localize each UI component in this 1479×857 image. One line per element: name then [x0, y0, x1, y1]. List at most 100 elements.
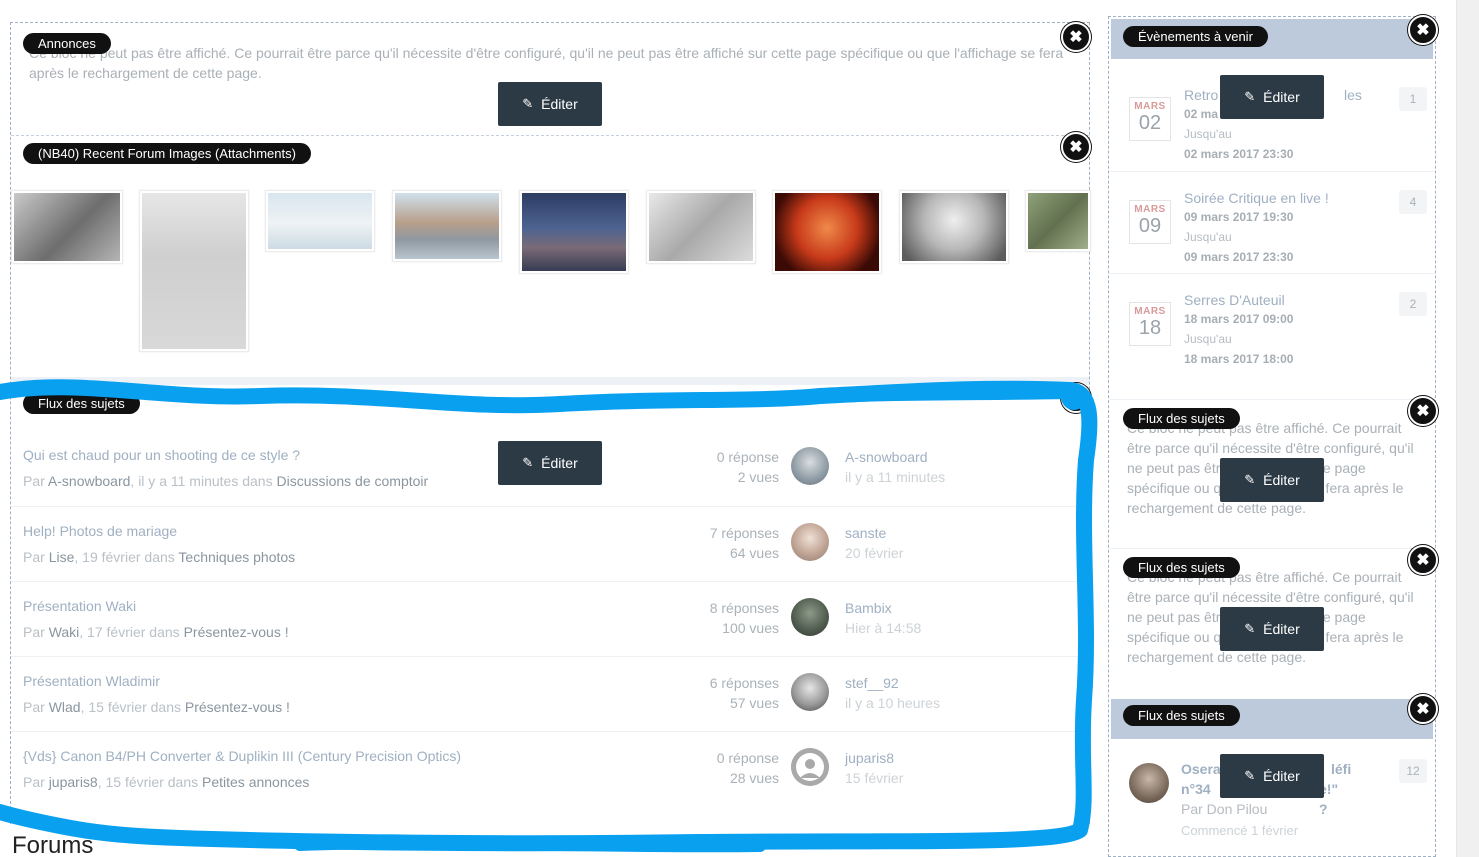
sidebar-flux-label: Flux des sujets [1123, 408, 1240, 429]
topic-forum[interactable]: Techniques photos [178, 549, 295, 565]
close-sidebar-flux-button[interactable]: ✖ [1408, 694, 1438, 724]
topics-block: Flux des sujets ✎ Éditer Qui est chaud p… [11, 377, 1089, 825]
topic-title[interactable]: Help! Photos de mariage [23, 523, 177, 539]
topics-edit-button[interactable]: ✎ Éditer [498, 441, 602, 485]
sidebar-topic-title[interactable]: Osera léfi n°34 e!" ? [1181, 759, 1351, 817]
event-until: Jusqu'au [1184, 332, 1232, 346]
avatar[interactable] [1129, 763, 1169, 803]
topic-stats: 0 réponse 2 vues [716, 449, 779, 485]
image-thumb[interactable] [899, 190, 1009, 264]
events-block: Évènements à venir ✎ Éditer MARS 02 Retro… [1109, 17, 1435, 382]
annonces-notice: Ce bloc ne peut pas être affiché. Ce pou… [29, 45, 1064, 81]
topic-title[interactable]: {Vds} Canon B4/PH Converter & Duplikin I… [23, 748, 461, 764]
annonces-block: Annonces Ce bloc ne peut pas être affich… [11, 23, 1089, 135]
last-poster: A-snowboard il y a 11 minutes [845, 449, 946, 485]
close-icon: ✖ [1416, 552, 1430, 569]
image-thumb[interactable] [1025, 190, 1091, 252]
close-annonces-button[interactable]: ✖ [1061, 22, 1091, 52]
pencil-icon: ✎ [522, 455, 534, 470]
recent-images-block: (NB40) Recent Forum Images (Attachments) [11, 135, 1091, 375]
event-title[interactable]: Retro les [1184, 87, 1362, 103]
event-item: MARS 18 Serres D'Auteuil 18 mars 2017 09:… [1109, 273, 1435, 375]
close-sidebar-flux-button[interactable]: ✖ [1408, 396, 1438, 426]
sidebar-topic-started: Commencé 1 février [1181, 823, 1299, 838]
topic-author[interactable]: A-snowboard [48, 473, 131, 489]
avatar[interactable] [791, 447, 829, 485]
sidebar-flux-block-3: Flux des sujets Osera léfi n°34 e!" ? Par … [1109, 697, 1435, 857]
events-edit-button[interactable]: ✎ Éditer [1220, 75, 1324, 119]
close-sidebar-flux-button[interactable]: ✖ [1408, 545, 1438, 575]
avatar[interactable] [791, 523, 829, 561]
topic-forum[interactable]: Présentez-vous ! [185, 699, 290, 715]
sidebar-column: Évènements à venir ✎ Éditer MARS 02 Retro… [1108, 16, 1436, 857]
pencil-icon: ✎ [1244, 621, 1256, 636]
sidebar-flux-block-1: Flux des sujets Ce bloc ne peut pas être… [1109, 399, 1435, 531]
avatar[interactable] [791, 598, 829, 636]
close-events-button[interactable]: ✖ [1408, 15, 1438, 45]
topic-forum[interactable]: Discussions de comptoir [276, 473, 428, 489]
sidebar-topic-count-badge: 12 [1399, 759, 1427, 783]
topic-author[interactable]: Waki [49, 624, 80, 640]
avatar[interactable] [791, 673, 829, 711]
event-end: 02 mars 2017 23:30 [1184, 147, 1294, 161]
last-poster: sanste 20 février [845, 525, 904, 561]
event-start: 18 mars 2017 09:00 [1184, 312, 1294, 326]
image-thumb[interactable] [265, 190, 375, 252]
image-thumb[interactable] [772, 190, 882, 274]
edit-label: Éditer [541, 96, 578, 112]
annonces-edit-button[interactable]: ✎ Éditer [498, 82, 602, 126]
sidebar-flux-edit-button[interactable]: ✎ Éditer [1220, 754, 1324, 798]
image-thumb[interactable] [519, 190, 629, 274]
edit-label: Éditer [1263, 621, 1300, 637]
main-column: Annonces Ce bloc ne peut pas être affich… [10, 22, 1091, 825]
annonces-label: Annonces [23, 33, 111, 54]
event-title[interactable]: Soirée Critique en live ! [1184, 190, 1329, 206]
event-until: Jusqu'au [1184, 127, 1232, 141]
close-topics-button[interactable]: ✖ [1061, 383, 1091, 413]
topic-row: Help! Photos de mariage Par Lise, 19 fév… [11, 506, 1089, 581]
image-thumb[interactable] [139, 190, 249, 352]
event-end: 09 mars 2017 23:30 [1184, 250, 1294, 264]
topic-author[interactable]: juparis8 [49, 774, 98, 790]
topics-label: Flux des sujets [23, 393, 140, 414]
event-count-badge: 1 [1399, 87, 1427, 111]
topic-row: Présentation Waki Par Waki, 17 février d… [11, 581, 1089, 656]
image-thumb[interactable] [11, 190, 123, 264]
topic-meta: Par Wlad, 15 février dans Présentez-vous… [23, 699, 290, 715]
close-icon: ✖ [1416, 22, 1430, 39]
pencil-icon: ✎ [1244, 89, 1256, 104]
last-poster: stef__92 il y a 10 heures [845, 675, 940, 711]
topic-stats: 0 réponse 28 vues [716, 750, 779, 786]
sidebar-flux-edit-button[interactable]: ✎ Éditer [1220, 607, 1324, 651]
topic-title[interactable]: Présentation Waki [23, 598, 136, 614]
sidebar-flux-label: Flux des sujets [1123, 705, 1240, 726]
event-end: 18 mars 2017 18:00 [1184, 352, 1294, 366]
topic-row: {Vds} Canon B4/PH Converter & Duplikin I… [11, 731, 1089, 806]
sidebar-flux-edit-button[interactable]: ✎ Éditer [1220, 458, 1324, 502]
scrollbar[interactable] [1456, 0, 1479, 857]
default-avatar-icon[interactable] [791, 748, 829, 786]
pencil-icon: ✎ [1244, 472, 1256, 487]
topic-forum[interactable]: Présentez-vous ! [184, 624, 289, 640]
topic-forum[interactable]: Petites annonces [202, 774, 309, 790]
image-thumb[interactable] [392, 190, 502, 262]
topic-author[interactable]: Wlad [49, 699, 81, 715]
close-icon: ✖ [1416, 701, 1430, 718]
close-icon: ✖ [1416, 403, 1430, 420]
last-poster: Bambix Hier à 14:58 [845, 600, 922, 636]
events-label: Évènements à venir [1123, 26, 1268, 47]
close-icon: ✖ [1069, 29, 1083, 46]
last-poster: juparis8 15 février [845, 750, 904, 786]
close-images-button[interactable]: ✖ [1061, 132, 1091, 162]
image-thumb[interactable] [646, 190, 756, 264]
event-title[interactable]: Serres D'Auteuil [1184, 292, 1285, 308]
topic-stats: 6 réponses 57 vues [709, 675, 779, 711]
pencil-icon: ✎ [522, 96, 534, 111]
topic-author[interactable]: Lise [49, 549, 75, 565]
date-box: MARS 09 [1129, 200, 1171, 244]
topic-title[interactable]: Qui est chaud pour un shooting de ce sty… [23, 447, 300, 463]
recent-images-label: (NB40) Recent Forum Images (Attachments) [23, 143, 311, 164]
edit-label: Éditer [1263, 472, 1300, 488]
topic-row: Présentation Wladimir Par Wlad, 15 févri… [11, 656, 1089, 731]
topic-title[interactable]: Présentation Wladimir [23, 673, 160, 689]
